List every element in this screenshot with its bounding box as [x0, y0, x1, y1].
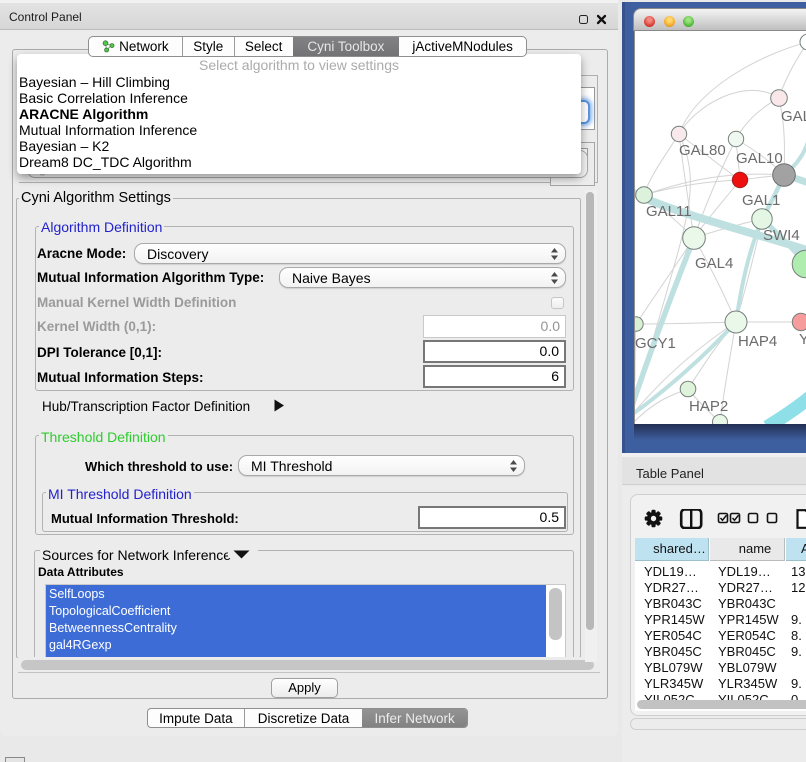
svg-text:Y: Y	[799, 331, 806, 348]
svg-text:HAP2: HAP2	[689, 398, 728, 415]
svg-text:GCY1: GCY1	[635, 335, 676, 352]
svg-text:GAL80: GAL80	[679, 142, 726, 159]
svg-text:GAL: GAL	[781, 108, 806, 125]
svg-text:HAP4: HAP4	[738, 333, 777, 350]
svg-text:GAL11: GAL11	[646, 203, 692, 220]
svg-text:GAL4: GAL4	[695, 255, 733, 272]
svg-text:GAL1: GAL1	[742, 192, 780, 209]
svg-text:GAL10: GAL10	[736, 150, 783, 167]
svg-text:SWI4: SWI4	[763, 227, 800, 244]
